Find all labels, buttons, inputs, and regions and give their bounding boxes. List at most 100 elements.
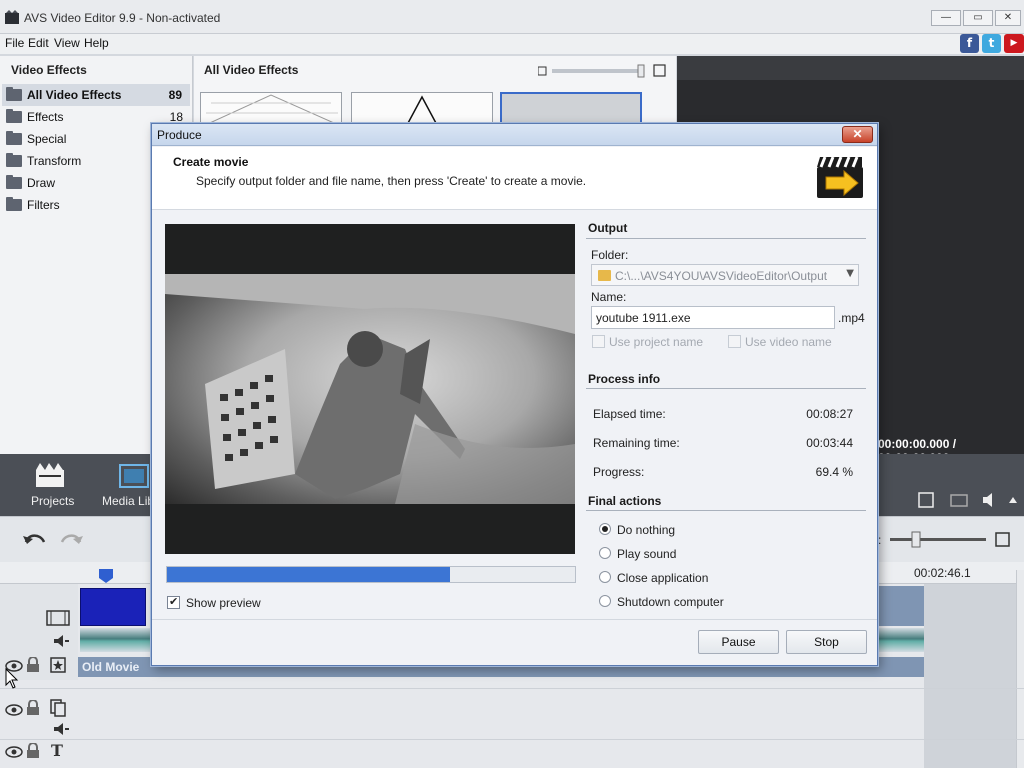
stop-button[interactable]: Stop bbox=[786, 630, 867, 654]
maximize-icon[interactable]: ▭ bbox=[963, 10, 993, 26]
youtube-icon[interactable]: ▶ bbox=[1004, 34, 1024, 53]
video-track-icon bbox=[46, 610, 70, 626]
twitter-icon[interactable]: t bbox=[982, 34, 1001, 53]
use-project-name-checkbox[interactable] bbox=[592, 335, 605, 348]
eye-icon[interactable] bbox=[5, 704, 23, 716]
video-preview bbox=[165, 224, 575, 554]
tree-item-count: 89 bbox=[168, 88, 182, 102]
remaining-time-label: Remaining time: bbox=[593, 436, 680, 450]
lock-icon[interactable] bbox=[26, 700, 40, 716]
radio-close-application[interactable] bbox=[599, 571, 611, 583]
volume-icon bbox=[983, 493, 992, 507]
show-preview-label[interactable]: Show preview bbox=[186, 596, 261, 610]
effects-track-icon bbox=[50, 657, 66, 673]
overlay-track-icon bbox=[50, 699, 66, 717]
thumbnail-size-slider[interactable] bbox=[538, 64, 666, 78]
playhead-marker-icon[interactable] bbox=[98, 569, 114, 583]
preview-frame bbox=[165, 274, 575, 504]
effect-thumbnail[interactable] bbox=[351, 92, 493, 126]
effect-thumbnail-selected[interactable] bbox=[500, 92, 642, 126]
elapsed-time-value: 00:08:27 bbox=[806, 407, 853, 421]
dialog-footer-divider bbox=[152, 619, 877, 620]
pause-button[interactable]: Pause bbox=[698, 630, 779, 654]
media-library-label[interactable]: Media Libr bbox=[102, 494, 158, 508]
app-titlebar: AVS Video Editor 9.9 - Non-activated — ▭… bbox=[0, 0, 1024, 34]
effect-thumbnail[interactable] bbox=[200, 92, 342, 126]
radio-play-sound[interactable] bbox=[599, 547, 611, 559]
projects-icon[interactable] bbox=[34, 461, 66, 489]
lane-divider bbox=[0, 688, 1024, 689]
svg-text::: : bbox=[878, 533, 881, 547]
folder-path: C:\...\AVS4YOU\AVSVideoEditor\Output bbox=[615, 269, 828, 283]
mouse-cursor-icon bbox=[5, 668, 19, 689]
effects-gallery-title: All Video Effects bbox=[204, 63, 299, 77]
lock-icon[interactable] bbox=[26, 743, 40, 759]
video-clip-segment[interactable] bbox=[878, 586, 924, 626]
minimize-icon[interactable]: — bbox=[931, 10, 961, 26]
create-movie-icon bbox=[817, 156, 863, 198]
dialog-titlebar: Produce ✕ bbox=[152, 124, 877, 146]
track-label: Old Movie bbox=[82, 660, 140, 674]
redo-icon[interactable] bbox=[58, 530, 84, 550]
use-video-name-checkbox[interactable] bbox=[728, 335, 741, 348]
audio-track-icon bbox=[54, 723, 69, 735]
timeline-empty-area bbox=[924, 584, 1018, 768]
app-logo-icon bbox=[5, 10, 19, 24]
folder-icon bbox=[598, 270, 611, 281]
dialog-heading: Create movie bbox=[173, 155, 249, 169]
menu-file[interactable]: File bbox=[5, 36, 24, 50]
section-divider bbox=[586, 238, 866, 239]
tree-item-label: All Video Effects bbox=[27, 88, 122, 102]
section-divider bbox=[586, 510, 866, 511]
final-actions-section-title: Final actions bbox=[588, 494, 662, 508]
media-library-icon[interactable] bbox=[118, 463, 150, 489]
chevron-down-icon: ▼ bbox=[846, 268, 854, 279]
show-preview-checkbox[interactable] bbox=[167, 595, 180, 609]
dialog-close-button[interactable]: ✕ bbox=[842, 126, 873, 143]
folder-icon bbox=[6, 153, 22, 167]
menu-edit[interactable]: Edit bbox=[28, 36, 49, 50]
preview-image bbox=[165, 274, 575, 504]
close-icon[interactable]: ✕ bbox=[995, 10, 1021, 26]
use-project-name-label: Use project name bbox=[609, 335, 704, 349]
tree-item-label: Transform bbox=[27, 154, 82, 168]
folder-icon bbox=[6, 131, 22, 145]
lane-divider bbox=[0, 739, 1024, 740]
undo-icon[interactable] bbox=[22, 530, 48, 550]
produce-dialog: Produce ✕ Create movie Specify output fo… bbox=[151, 123, 878, 666]
folder-icon bbox=[6, 109, 22, 123]
radio-close-application-label[interactable]: Close application bbox=[617, 571, 708, 585]
folder-label: Folder: bbox=[591, 248, 629, 262]
radio-do-nothing[interactable] bbox=[599, 523, 611, 535]
progress-bar-fill bbox=[167, 567, 450, 582]
audio-waveform[interactable] bbox=[80, 628, 150, 652]
eye-icon[interactable] bbox=[5, 746, 23, 758]
file-name-input[interactable] bbox=[591, 306, 835, 329]
audio-waveform[interactable] bbox=[878, 628, 924, 652]
fullscreen-icon bbox=[918, 492, 934, 508]
file-extension: .mp4 bbox=[838, 311, 865, 325]
projects-label[interactable]: Projects bbox=[31, 494, 74, 508]
production-progress-bar bbox=[166, 566, 576, 583]
dialog-header: Create movie Specify output folder and f… bbox=[152, 147, 877, 210]
elapsed-time-label: Elapsed time: bbox=[593, 407, 666, 421]
tree-item-label: Special bbox=[27, 132, 67, 146]
remaining-time-value: 00:03:44 bbox=[806, 436, 853, 450]
folder-icon bbox=[6, 87, 22, 101]
timeline-zoom-slider[interactable]: : bbox=[878, 530, 1018, 550]
lock-icon[interactable] bbox=[26, 657, 40, 673]
menu-help[interactable]: Help bbox=[84, 36, 109, 50]
video-clip[interactable] bbox=[80, 588, 146, 626]
radio-play-sound-label[interactable]: Play sound bbox=[617, 547, 676, 561]
tree-item-label: Filters bbox=[27, 198, 60, 212]
facebook-icon[interactable]: f bbox=[960, 34, 979, 53]
dialog-title: Produce bbox=[157, 128, 202, 142]
menu-view[interactable]: View bbox=[54, 36, 80, 50]
folder-dropdown[interactable]: C:\...\AVS4YOU\AVSVideoEditor\Output ▼ bbox=[591, 264, 859, 286]
radio-shutdown-computer[interactable] bbox=[599, 595, 611, 607]
section-divider bbox=[586, 388, 866, 389]
snapshot-icon bbox=[950, 494, 968, 507]
radio-do-nothing-label[interactable]: Do nothing bbox=[617, 523, 675, 537]
radio-shutdown-computer-label[interactable]: Shutdown computer bbox=[617, 595, 724, 609]
tree-item-all-video-effects[interactable]: All Video Effects 89 bbox=[2, 84, 190, 106]
